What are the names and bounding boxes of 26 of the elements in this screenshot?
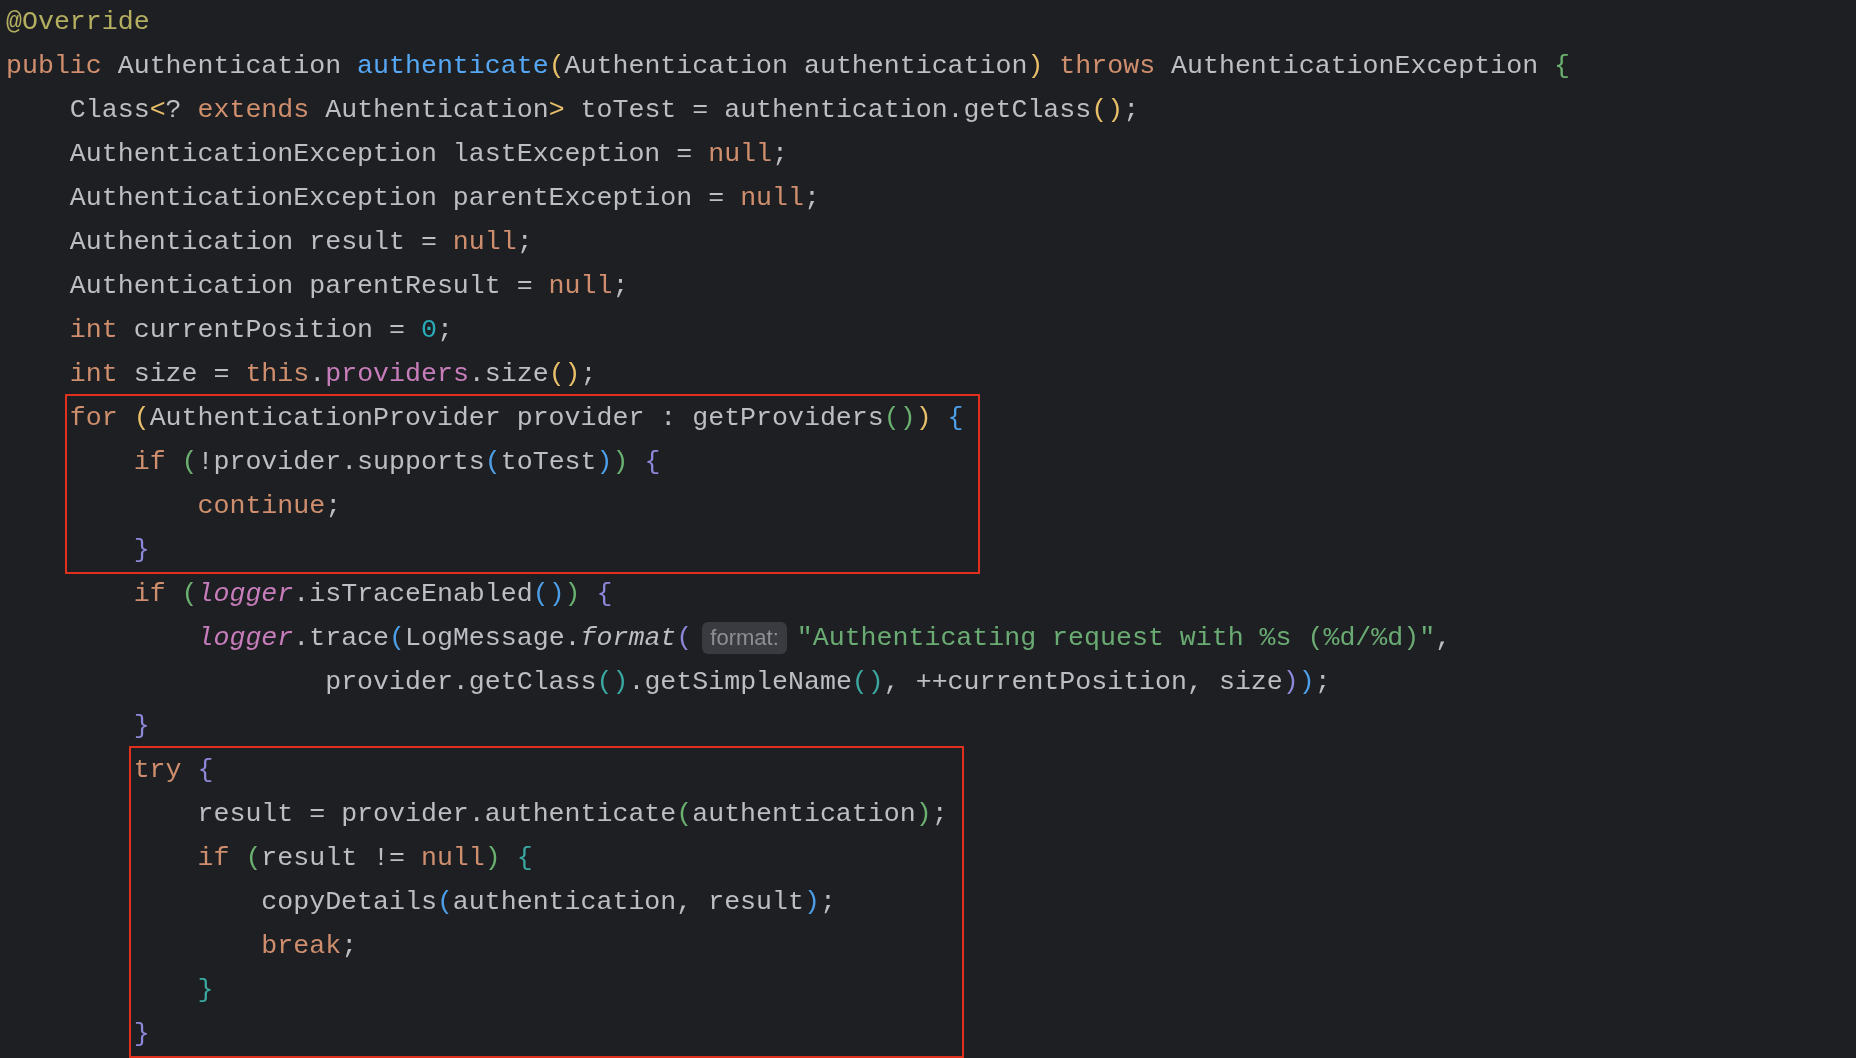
code-line: Class<? extends Authentication> toTest = authentication.getClass(); [69,95,1140,125]
code-line: if (result != null) { [197,843,533,873]
code-line: result = provider.authenticate(authentication); [197,799,948,829]
code-line: "Authenticating request with %s (%d/%d)", [796,623,1452,653]
code-line: } [133,1019,150,1049]
code-line: } [133,535,150,565]
code-line: continue; [197,491,342,521]
code-line: copyDetails(authentication, result); [261,887,836,917]
code-line: AuthenticationException lastException = null; [69,139,788,169]
inlay-hint: format: [702,621,787,654]
code-line: logger.trace(LogMessage.format( [197,623,693,653]
code-line: if (!provider.supports(toTest)) { [133,447,661,477]
code-line: try { [133,755,214,785]
code-line: provider.getClass().getSimpleName(), ++currentPosition, size)); [325,667,1331,697]
code-line: @Override [6,7,150,37]
code-line: Authentication result = null; [69,227,533,257]
code-line: int size = this.providers.size(); [69,359,597,389]
code-line: for (AuthenticationProvider provider : getProviders()) { [69,403,964,433]
code-line: } [197,975,214,1005]
code-line: AuthenticationException parentException = null; [69,183,820,213]
code-line: Authentication parentResult = null; [69,271,629,301]
code-line: int currentPosition = 0; [69,315,453,345]
code-line: if (logger.isTraceEnabled()) { [133,579,613,609]
code-line: } [133,711,150,741]
code-line: public Authentication authenticate(Authentication authentication) throws AuthenticationException { [6,51,1571,81]
code-line: break; [261,931,358,961]
